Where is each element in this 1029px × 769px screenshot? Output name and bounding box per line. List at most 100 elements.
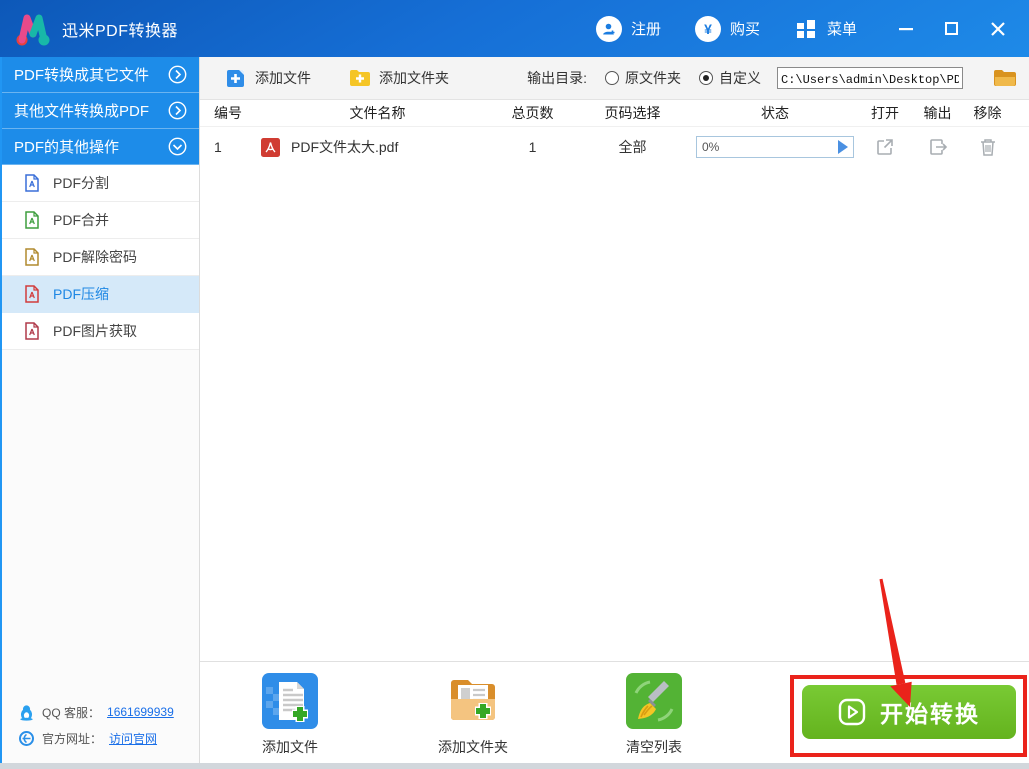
header-page-select: 页码选择	[570, 103, 695, 123]
row-name-cell: PDF文件太大.pdf	[260, 137, 495, 158]
output-dir-label: 输出目录:	[527, 68, 587, 88]
qq-label: QQ 客服：	[42, 704, 100, 721]
item-label: PDF压缩	[53, 284, 109, 304]
window-controls	[875, 14, 1013, 44]
add-file-button[interactable]: 添加文件	[226, 68, 311, 89]
file-list-area	[200, 167, 1029, 661]
main-panel: 添加文件 添加文件夹 输出目录: 原文件夹 自定义	[200, 57, 1029, 763]
table-header: 编号 文件名称 总页数 页码选择 状态 打开 输出 移除	[200, 100, 1029, 127]
add-folder-big-button[interactable]: 添加文件夹	[413, 673, 533, 757]
minimize-button[interactable]	[891, 14, 921, 44]
header-status: 状态	[695, 103, 855, 123]
chevron-right-circle-icon	[168, 101, 187, 120]
sidebar-item-pdf-merge[interactable]: PDF合并	[2, 202, 199, 239]
progress-bar: 0%	[696, 136, 854, 158]
sidebar-spacer	[2, 350, 199, 699]
item-label: PDF解除密码	[53, 247, 137, 267]
official-site-row: 官方网址： 访问官网	[18, 725, 199, 751]
progress-percent: 0%	[697, 140, 836, 154]
sidebar-item-pdf-remove-password[interactable]: PDF解除密码	[2, 239, 199, 276]
header-pages: 总页数	[495, 103, 570, 123]
row-page-select[interactable]: 全部	[570, 137, 695, 157]
maximize-button[interactable]	[937, 14, 967, 44]
add-folder-button[interactable]: 添加文件夹	[349, 68, 449, 88]
window-bottom-edge	[0, 763, 1029, 769]
start-convert-button[interactable]: 开始转换	[802, 685, 1016, 739]
radio-custom-folder[interactable]: 自定义	[699, 68, 761, 88]
header-filename: 文件名称	[260, 103, 495, 123]
export-icon	[928, 137, 948, 157]
close-icon	[991, 22, 1005, 36]
add-folder-big-icon	[445, 673, 501, 729]
table-row: 1 PDF文件太大.pdf 1 全部 0%	[200, 127, 1029, 167]
row-num: 1	[200, 139, 260, 155]
site-label: 官方网址：	[42, 730, 102, 747]
radio-checked-icon	[699, 71, 713, 85]
group-label: PDF的其他操作	[14, 136, 119, 157]
grid-menu-icon	[794, 17, 818, 41]
buy-button[interactable]: ¥ 购买	[695, 16, 760, 42]
pdf-doc-icon	[24, 248, 40, 266]
add-file-label: 添加文件	[255, 68, 311, 88]
titlebar: 迅米PDF转换器 注册 ¥ 购买	[0, 0, 1029, 57]
sidebar-item-pdf-compress[interactable]: PDF压缩	[2, 276, 199, 313]
add-folder-label: 添加文件夹	[379, 68, 449, 88]
qq-support-row: QQ 客服： 1661699939	[18, 699, 199, 725]
radio-original-folder[interactable]: 原文件夹	[605, 68, 681, 88]
header-num: 编号	[200, 103, 260, 123]
browse-folder-button[interactable]	[993, 69, 1017, 88]
sidebar-item-pdf-split[interactable]: PDF分割	[2, 165, 199, 202]
pdf-doc-icon	[24, 285, 40, 303]
add-file-icon	[226, 68, 247, 89]
sidebar-item-pdf-extract-images[interactable]: PDF图片获取	[2, 313, 199, 350]
add-file-big-icon	[262, 673, 318, 729]
clear-list-icon	[626, 673, 682, 729]
pdf-doc-icon	[24, 322, 40, 340]
clear-list-button[interactable]: 清空列表	[594, 673, 714, 757]
register-user-icon	[596, 16, 622, 42]
app-title: 迅米PDF转换器	[62, 17, 178, 41]
group-label: PDF转换成其它文件	[14, 64, 149, 85]
register-button[interactable]: 注册	[596, 16, 661, 42]
add-folder-icon	[349, 68, 371, 88]
titlebar-actions: 注册 ¥ 购买 菜单	[596, 14, 1013, 44]
chevron-right-circle-icon	[168, 65, 187, 84]
remove-file-button[interactable]	[960, 137, 1015, 157]
official-site-link[interactable]: 访问官网	[109, 730, 157, 747]
contact-block: QQ 客服： 1661699939 官方网址： 访问官网	[2, 699, 199, 763]
window-body: PDF转换成其它文件 其他文件转换成PDF PDF的其他操作	[0, 57, 1029, 763]
toolbar: 添加文件 添加文件夹 输出目录: 原文件夹 自定义	[200, 57, 1029, 100]
header-open: 打开	[855, 103, 915, 123]
app-window: 迅米PDF转换器 注册 ¥ 购买	[0, 0, 1029, 769]
sidebar: PDF转换成其它文件 其他文件转换成PDF PDF的其他操作	[0, 57, 200, 763]
menu-button[interactable]: 菜单	[794, 17, 857, 41]
item-label: PDF图片获取	[53, 321, 137, 341]
qq-number-link[interactable]: 1661699939	[107, 705, 174, 719]
chevron-down-circle-icon	[168, 137, 187, 156]
app-logo-icon	[14, 10, 52, 48]
play-triangle-icon[interactable]	[836, 139, 850, 155]
radio-original-label: 原文件夹	[625, 68, 681, 88]
sidebar-group-pdf-to-other[interactable]: PDF转换成其它文件	[2, 57, 199, 93]
row-status-cell: 0%	[695, 136, 855, 158]
close-button[interactable]	[983, 14, 1013, 44]
browse-folder-icon	[993, 69, 1017, 88]
row-filename: PDF文件太大.pdf	[291, 137, 398, 157]
sidebar-group-other-to-pdf[interactable]: 其他文件转换成PDF	[2, 93, 199, 129]
menu-label: 菜单	[827, 18, 857, 39]
add-file-big-button[interactable]: 添加文件	[230, 673, 350, 757]
sidebar-group-pdf-other-ops[interactable]: PDF的其他操作	[2, 129, 199, 165]
group-label: 其他文件转换成PDF	[14, 100, 149, 121]
start-play-icon	[838, 698, 866, 726]
header-remove: 移除	[960, 103, 1015, 123]
trash-icon	[979, 137, 997, 157]
row-pages: 1	[495, 139, 570, 155]
output-path-input[interactable]	[777, 67, 963, 89]
open-file-button[interactable]	[855, 137, 915, 157]
adobe-pdf-icon	[260, 137, 281, 158]
pdf-doc-icon	[24, 211, 40, 229]
add-folder-big-label: 添加文件夹	[438, 737, 508, 757]
output-file-button[interactable]	[915, 137, 960, 157]
clear-list-label: 清空列表	[626, 737, 682, 757]
buy-label: 购买	[730, 18, 760, 39]
